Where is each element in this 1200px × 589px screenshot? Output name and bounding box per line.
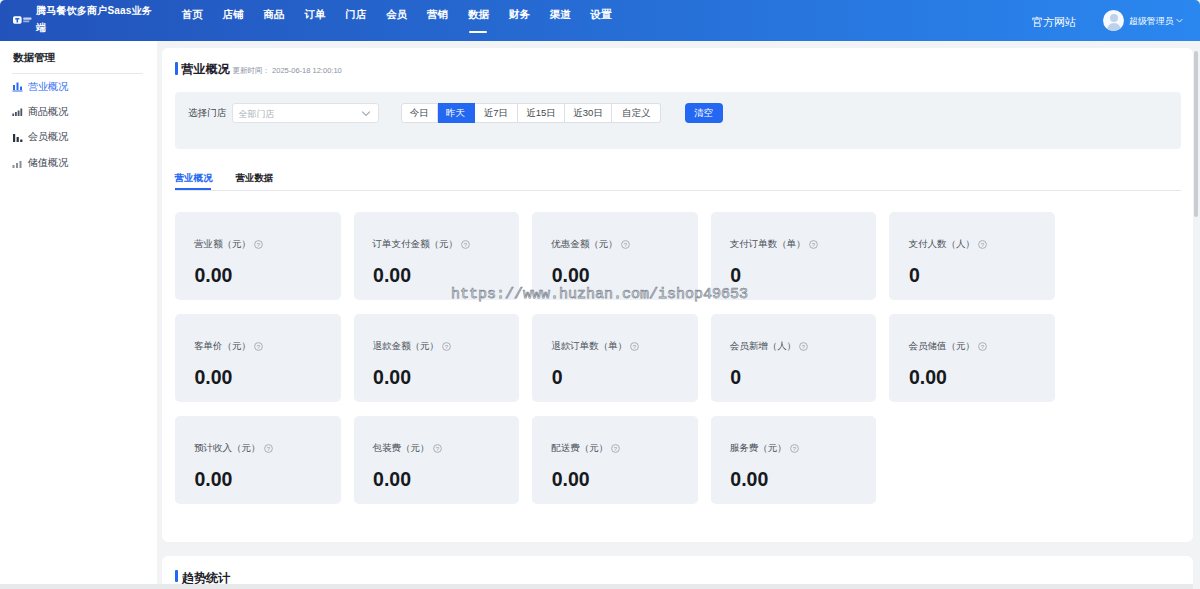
svg-text:?: ? <box>464 241 468 247</box>
svg-text:?: ? <box>445 343 449 349</box>
svg-text:?: ? <box>793 445 797 451</box>
svg-text:?: ? <box>633 343 637 349</box>
svg-text:?: ? <box>802 343 806 349</box>
svg-text:?: ? <box>257 241 261 247</box>
svg-text:?: ? <box>981 241 985 247</box>
svg-text:?: ? <box>266 445 270 451</box>
svg-text:?: ? <box>257 343 261 349</box>
svg-text:?: ? <box>614 445 618 451</box>
svg-text:?: ? <box>435 445 439 451</box>
svg-text:?: ? <box>624 241 628 247</box>
svg-text:?: ? <box>981 343 985 349</box>
svg-text:?: ? <box>812 241 816 247</box>
